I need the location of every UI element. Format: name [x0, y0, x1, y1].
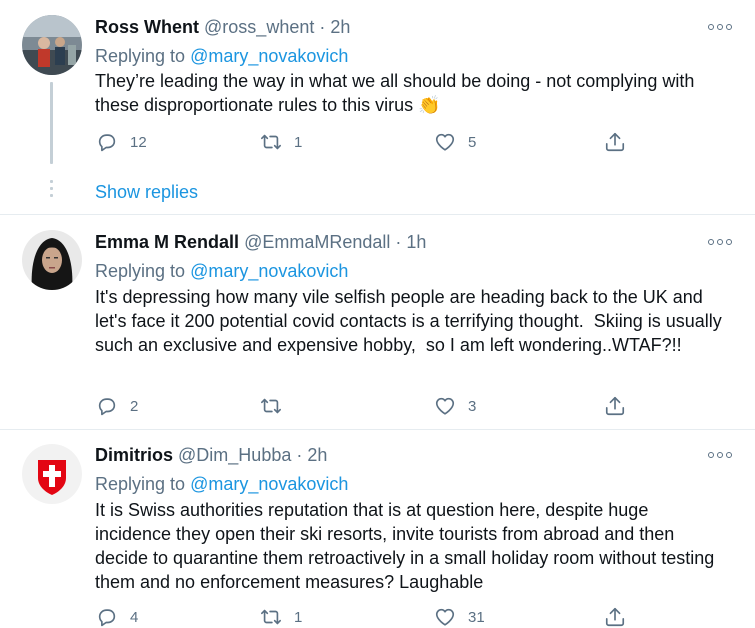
like-icon	[435, 397, 455, 415]
timestamp[interactable]: 1h	[406, 232, 426, 252]
reply-icon	[98, 398, 116, 416]
reply-count: 2	[130, 397, 139, 415]
display-name[interactable]: Dimitrios	[95, 445, 173, 465]
replying-to: Replying to @mary_novakovich	[95, 45, 348, 67]
retweet-icon	[261, 134, 281, 150]
thread-dots	[50, 180, 53, 201]
reply-count: 12	[130, 133, 147, 151]
avatar[interactable]	[22, 444, 82, 504]
tweet-emma-rendall[interactable]: Emma M Rendall @EmmaMRendall · 1h Replyi…	[0, 215, 755, 430]
user-handle[interactable]: @ross_whent	[204, 17, 314, 37]
tweet-dimitrios[interactable]: Dimitrios @Dim_Hubba · 2h Replying to @m…	[0, 430, 755, 628]
replying-to: Replying to @mary_novakovich	[95, 473, 348, 495]
separator: ·	[296, 445, 303, 465]
retweet-button[interactable]	[260, 395, 294, 417]
mention-link[interactable]: @mary_novakovich	[190, 46, 348, 66]
tweet-header: Emma M Rendall @EmmaMRendall · 1h	[95, 231, 426, 253]
retweet-icon	[261, 398, 281, 414]
like-button[interactable]: 5	[434, 131, 476, 153]
like-icon	[435, 608, 455, 626]
retweet-icon	[261, 609, 281, 625]
retweet-button[interactable]: 1	[260, 606, 302, 628]
like-count: 3	[468, 397, 477, 415]
tweet-text: It is Swiss authorities reputation that …	[95, 500, 720, 592]
reply-icon	[98, 609, 116, 627]
tweet-header: Dimitrios @Dim_Hubba · 2h	[95, 444, 327, 466]
display-name[interactable]: Ross Whent	[95, 17, 199, 37]
reply-count: 4	[130, 608, 139, 626]
separator: ·	[395, 232, 402, 252]
mention-link[interactable]: @mary_novakovich	[190, 261, 348, 281]
timestamp[interactable]: 2h	[330, 17, 350, 37]
show-replies-link[interactable]: Show replies	[95, 181, 198, 203]
more-icon[interactable]	[708, 449, 732, 461]
like-button[interactable]: 3	[434, 395, 476, 417]
share-button[interactable]	[604, 395, 626, 417]
retweet-count: 1	[294, 608, 303, 626]
reply-icon	[98, 134, 116, 152]
like-count: 5	[468, 133, 477, 151]
avatar[interactable]	[22, 15, 82, 75]
reply-button[interactable]: 2	[96, 395, 138, 417]
retweet-count: 1	[294, 133, 303, 151]
separator: ·	[319, 17, 326, 37]
replying-to: Replying to @mary_novakovich	[95, 260, 348, 282]
tweet-header: Ross Whent @ross_whent · 2h	[95, 16, 350, 38]
replying-to-label: Replying to	[95, 46, 186, 66]
retweet-button[interactable]: 1	[260, 131, 302, 153]
tweet-ross-whent[interactable]: Ross Whent @ross_whent · 2h Replying to …	[0, 0, 755, 215]
like-icon	[435, 133, 455, 151]
thread-line	[50, 82, 53, 164]
reply-button[interactable]: 12	[96, 131, 147, 153]
mention-link[interactable]: @mary_novakovich	[190, 474, 348, 494]
replying-to-label: Replying to	[95, 261, 186, 281]
clapping-hands-emoji: 👏	[418, 95, 441, 115]
avatar[interactable]	[22, 230, 82, 290]
share-button[interactable]	[604, 606, 626, 628]
timestamp[interactable]: 2h	[307, 445, 327, 465]
reply-button[interactable]: 4	[96, 606, 138, 628]
more-icon[interactable]	[708, 21, 732, 33]
tweet-text-content: They’re leading the way in what we all s…	[95, 71, 700, 115]
like-button[interactable]: 31	[434, 606, 485, 628]
user-handle[interactable]: @EmmaMRendall	[244, 232, 390, 252]
tweet-text: They’re leading the way in what we all s…	[95, 69, 735, 117]
share-icon	[605, 396, 625, 416]
more-icon[interactable]	[708, 236, 732, 248]
share-icon	[605, 607, 625, 627]
share-icon	[605, 132, 625, 152]
user-handle[interactable]: @Dim_Hubba	[178, 445, 291, 465]
share-button[interactable]	[604, 131, 626, 153]
tweet-text: It's depressing how many vile selfish pe…	[95, 287, 727, 355]
like-count: 31	[468, 608, 485, 626]
replying-to-label: Replying to	[95, 474, 186, 494]
display-name[interactable]: Emma M Rendall	[95, 232, 239, 252]
